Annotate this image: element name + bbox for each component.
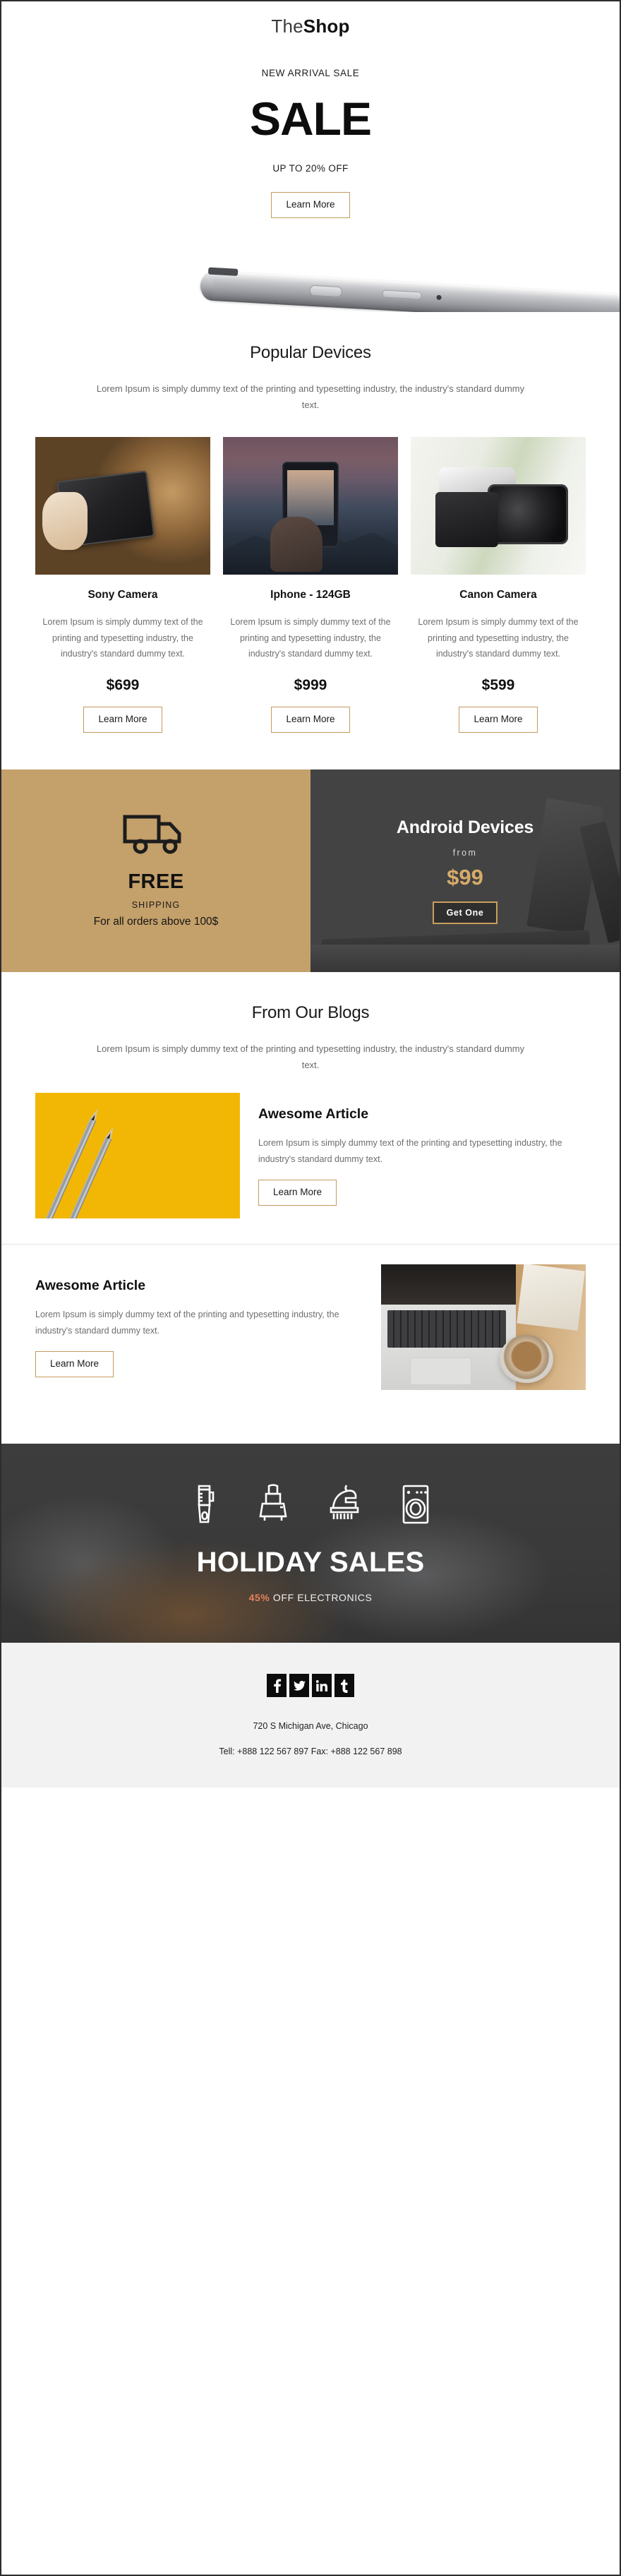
phone-volume-button xyxy=(309,284,343,298)
holiday-sales-subtitle: 45% OFF ELECTRONICS xyxy=(249,1592,373,1603)
product-description: Lorem Ipsum is simply dummy text of the … xyxy=(418,617,579,659)
delivery-truck-icon xyxy=(122,812,190,859)
product-price: $699 xyxy=(106,677,140,694)
blender-icon xyxy=(191,1484,219,1528)
product-learn-more-button[interactable]: Learn More xyxy=(83,707,162,733)
phone-pinhole xyxy=(436,294,442,300)
laptop-screen-shape xyxy=(381,1264,517,1305)
android-devices-title: Android Devices xyxy=(396,817,534,837)
blog-cta-wrapper: Learn More xyxy=(258,1180,586,1206)
product-price: $599 xyxy=(481,677,515,694)
holiday-discount-suffix: OFF ELECTRONICS xyxy=(270,1591,373,1603)
hero-title: SALE xyxy=(249,92,372,145)
blog-learn-more-button[interactable]: Learn More xyxy=(35,1351,114,1377)
smartphone-illustration xyxy=(199,267,620,312)
brand-logo-bold: Shop xyxy=(303,16,350,37)
hero-learn-more-button[interactable]: Learn More xyxy=(271,192,350,218)
product-description: Lorem Ipsum is simply dummy text of the … xyxy=(42,617,203,659)
blog-image-desk xyxy=(381,1264,586,1391)
tumblr-icon[interactable] xyxy=(334,1674,354,1698)
android-price: $99 xyxy=(447,864,483,889)
blog-learn-more-button[interactable]: Learn More xyxy=(258,1180,337,1206)
popular-devices-title: Popular Devices xyxy=(250,342,371,362)
product-learn-more-button[interactable]: Learn More xyxy=(459,707,538,733)
hero-section: TheShop NEW ARRIVAL SALE SALE UP TO 20% … xyxy=(1,1,620,218)
android-from-label: from xyxy=(452,847,478,858)
hand-shape xyxy=(270,517,323,573)
twitter-icon[interactable] xyxy=(289,1674,309,1698)
free-shipping-headline: FREE xyxy=(128,870,184,893)
blogs-description: Lorem Ipsum is simply dummy text of the … xyxy=(96,1043,525,1070)
hero-cta-wrapper: Learn More xyxy=(1,192,620,218)
steam-iron-icon xyxy=(327,1484,363,1528)
laptop-trackpad-shape xyxy=(409,1358,471,1386)
tablet-desk-shape xyxy=(310,945,620,972)
product-cta-wrapper: Learn More xyxy=(223,707,398,733)
holiday-discount-percent: 45% xyxy=(248,1591,270,1603)
brand-logo-light: The xyxy=(271,16,303,37)
blog-cta-wrapper: Learn More xyxy=(35,1351,363,1377)
holiday-background-image xyxy=(1,1444,620,1643)
hero-phone-image xyxy=(1,244,620,312)
pencil-shape xyxy=(44,1118,97,1219)
coffee-cup-shape xyxy=(500,1335,553,1383)
blog-article-title: Awesome Article xyxy=(35,1278,146,1294)
product-card: Iphone - 124GB Lorem Ipsum is simply dum… xyxy=(223,437,398,733)
promo-split-banner: FREE SHIPPING For all orders above 100$ … xyxy=(1,769,620,972)
product-name: Canon Camera xyxy=(459,589,537,601)
blog-article-body: Awesome Article Lorem Ipsum is simply du… xyxy=(35,1278,363,1377)
free-shipping-detail: For all orders above 100$ xyxy=(93,915,219,928)
blog-article-description: Lorem Ipsum is simply dummy text of the … xyxy=(35,1310,339,1336)
blog-article-row: Awesome Article Lorem Ipsum is simply du… xyxy=(1,1073,620,1244)
blogs-header: From Our Blogs Lorem Ipsum is simply dum… xyxy=(1,972,620,1074)
product-name: Iphone - 124GB xyxy=(270,589,351,601)
notebook-shape xyxy=(517,1264,586,1331)
facebook-icon[interactable] xyxy=(267,1674,287,1698)
product-card-list: Sony Camera Lorem Ipsum is simply dummy … xyxy=(1,413,620,733)
product-price: $999 xyxy=(294,677,327,694)
get-one-button[interactable]: Get One xyxy=(432,901,498,924)
blog-article-description: Lorem Ipsum is simply dummy text of the … xyxy=(258,1138,562,1164)
product-description: Lorem Ipsum is simply dummy text of the … xyxy=(230,617,391,659)
holiday-sales-title: HOLIDAY SALES xyxy=(196,1546,425,1578)
product-card: Canon Camera Lorem Ipsum is simply dummy… xyxy=(411,437,586,733)
phone-sim-tray xyxy=(382,289,422,300)
product-image-iphone xyxy=(223,437,398,575)
washing-machine-icon xyxy=(401,1484,430,1528)
product-name: Sony Camera xyxy=(88,589,158,601)
free-shipping-panel: FREE SHIPPING For all orders above 100$ xyxy=(1,769,310,972)
hero-subtitle: UP TO 20% OFF xyxy=(272,163,349,174)
popular-devices-header: Popular Devices Lorem Ipsum is simply du… xyxy=(1,312,620,414)
linkedin-icon[interactable] xyxy=(312,1674,332,1698)
phone-top-nub xyxy=(207,267,239,276)
product-learn-more-button[interactable]: Learn More xyxy=(271,707,350,733)
email-newsletter-page: TheShop NEW ARRIVAL SALE SALE UP TO 20% … xyxy=(0,0,621,2576)
toaster-icon xyxy=(257,1484,289,1528)
laptop-keyboard-shape xyxy=(387,1310,506,1348)
canon-body-shape xyxy=(435,492,498,548)
footer-phone: Tell: +888 122 567 897 Fax: +888 122 567… xyxy=(219,1747,402,1757)
product-cta-wrapper: Learn More xyxy=(35,707,210,733)
social-links-row xyxy=(30,1674,591,1698)
brand-logo[interactable]: TheShop xyxy=(1,17,620,40)
android-devices-panel: Android Devices from $99 Get One xyxy=(310,769,620,972)
holiday-sales-banner: HOLIDAY SALES 45% OFF ELECTRONICS xyxy=(1,1444,620,1643)
product-image-canon-camera xyxy=(411,437,586,575)
blog-article-title: Awesome Article xyxy=(258,1106,369,1122)
footer-address: 720 S Michigan Ave, Chicago xyxy=(253,1721,368,1732)
blog-article-body: Awesome Article Lorem Ipsum is simply du… xyxy=(258,1106,586,1206)
footer-section: 720 S Michigan Ave, Chicago Tell: +888 1… xyxy=(1,1643,620,1788)
blogs-title: From Our Blogs xyxy=(251,1002,370,1022)
appliance-icon-row xyxy=(191,1484,430,1528)
hero-kicker: NEW ARRIVAL SALE xyxy=(261,68,360,78)
product-cta-wrapper: Learn More xyxy=(411,707,586,733)
popular-devices-description: Lorem Ipsum is simply dummy text of the … xyxy=(96,383,525,410)
free-shipping-label: SHIPPING xyxy=(131,899,181,910)
product-card: Sony Camera Lorem Ipsum is simply dummy … xyxy=(35,437,210,733)
blog-article-row: Awesome Article Lorem Ipsum is simply du… xyxy=(1,1245,620,1415)
product-image-sony-camera xyxy=(35,437,210,575)
blog-image-pencils xyxy=(35,1093,240,1219)
